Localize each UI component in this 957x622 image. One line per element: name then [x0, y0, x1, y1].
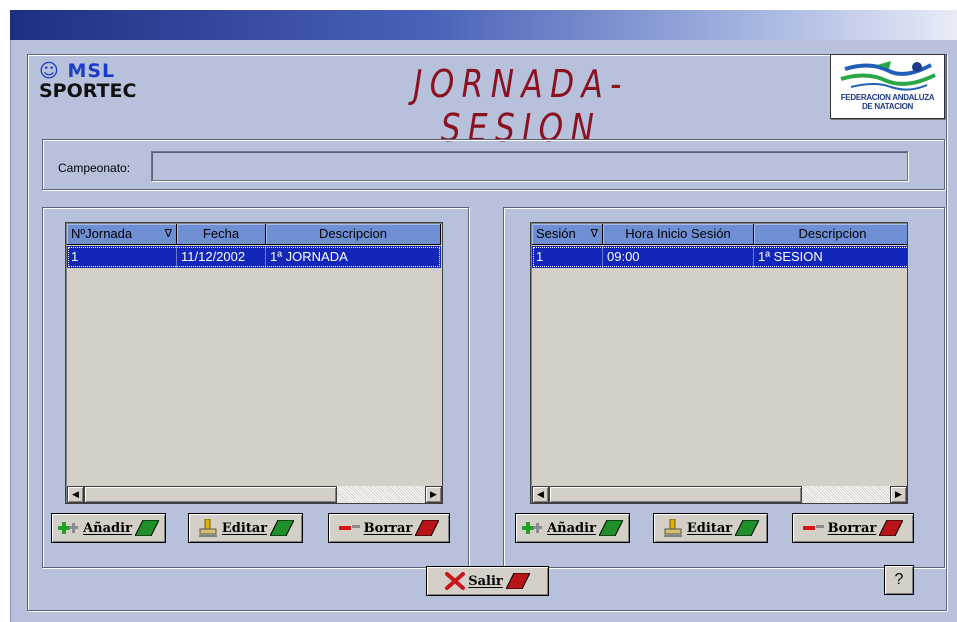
button-label: Borrar — [827, 520, 877, 536]
cell-sesion: 1 — [532, 246, 603, 268]
sportec-logo-text: SPORTEC — [39, 80, 137, 102]
federation-name-line1: FEDERACION ANDALUZA — [840, 93, 935, 102]
table-row[interactable]: 1 11/12/2002 1ª JORNADA — [67, 246, 441, 268]
remove-icon — [338, 525, 360, 530]
sesiones-horizontal-scrollbar[interactable]: ◀ ▶ — [532, 486, 907, 503]
column-header-fecha[interactable]: Fecha — [177, 224, 266, 245]
sesion-delete-button[interactable]: Borrar — [792, 513, 914, 543]
sesiones-grid-header: Sesión ∇ Hora Inicio Sesión Descripcion — [532, 224, 907, 245]
scroll-thumb[interactable] — [549, 486, 802, 503]
scroll-right-icon[interactable]: ▶ — [425, 486, 442, 503]
sesion-edit-button[interactable]: Editar — [653, 513, 768, 543]
sesion-add-button[interactable]: Añadir — [515, 513, 630, 543]
page-title: JORNADA-SESION — [413, 62, 629, 150]
button-label: Editar — [686, 520, 733, 536]
help-button[interactable]: ? — [884, 565, 914, 595]
column-label: Hora Inicio Sesión — [625, 226, 731, 241]
add-icon — [522, 522, 543, 534]
green-slash-icon — [134, 520, 159, 536]
jornada-edit-button[interactable]: Editar — [188, 513, 303, 543]
scroll-thumb[interactable] — [84, 486, 337, 503]
scroll-left-icon[interactable]: ◀ — [532, 486, 549, 503]
green-slash-icon — [270, 520, 295, 536]
button-label: Salir — [468, 573, 503, 589]
column-label: Descripcion — [798, 226, 867, 241]
column-header-descripcion[interactable]: Descripcion — [754, 224, 907, 245]
red-slash-icon — [879, 520, 904, 536]
jornada-delete-button[interactable]: Borrar — [328, 513, 450, 543]
green-slash-icon — [735, 520, 760, 536]
button-label: Editar — [221, 520, 268, 536]
edit-pencil-icon — [663, 519, 682, 537]
column-label: Fecha — [202, 226, 240, 241]
cell-jornada: 1 — [67, 246, 177, 268]
msl-logo-text: MSL — [67, 60, 116, 82]
jornadas-grid-header: NºJornada ∇ Fecha Descripcion — [67, 224, 441, 245]
scroll-right-icon[interactable]: ▶ — [890, 486, 907, 503]
close-x-icon — [445, 572, 466, 590]
campeonato-label: Campeonato: — [58, 161, 131, 175]
exit-button[interactable]: Salir — [426, 566, 549, 596]
msl-sportec-logo: ☺ MSL SPORTEC — [39, 60, 136, 102]
cell-descripcion: 1ª JORNADA — [270, 249, 348, 264]
add-icon — [58, 522, 79, 534]
red-slash-icon — [505, 573, 530, 589]
button-label: Añadir — [83, 520, 132, 536]
sort-down-icon: ∇ — [164, 228, 172, 240]
column-label: Descripcion — [319, 226, 387, 241]
column-header-descripcion[interactable]: Descripcion — [266, 224, 441, 245]
button-label: Añadir — [547, 520, 596, 536]
column-label: NºJornada — [71, 226, 133, 241]
column-label: Sesión — [536, 226, 576, 241]
column-header-sesion[interactable]: Sesión ∇ — [532, 224, 603, 245]
sort-down-icon: ∇ — [590, 228, 598, 240]
green-slash-icon — [598, 520, 623, 536]
title-bar — [10, 10, 957, 40]
edit-pencil-icon — [198, 519, 217, 537]
swimmer-waves-icon — [840, 61, 936, 91]
federation-logo: FEDERACION ANDALUZA DE NATACION — [830, 54, 945, 119]
remove-icon — [802, 525, 824, 530]
cell-hora: 09:00 — [603, 246, 754, 268]
button-label: Borrar — [363, 520, 413, 536]
msl-swimmer-icon: ☺ — [39, 60, 60, 82]
jornada-add-button[interactable]: Añadir — [51, 513, 166, 543]
federation-name-line2: DE NATACION — [861, 102, 914, 111]
scroll-left-icon[interactable]: ◀ — [67, 486, 84, 503]
cell-fecha: 11/12/2002 — [177, 246, 266, 268]
column-header-hora-inicio[interactable]: Hora Inicio Sesión — [603, 224, 754, 245]
red-slash-icon — [415, 520, 440, 536]
table-row[interactable]: 1 09:00 1ª SESION — [532, 246, 907, 268]
sesiones-grid[interactable]: Sesión ∇ Hora Inicio Sesión Descripcion … — [530, 222, 908, 504]
form-window: ☺ MSL SPORTEC JORNADA-SESION FEDERACION … — [10, 40, 957, 622]
jornadas-grid[interactable]: NºJornada ∇ Fecha Descripcion 1 11/12/20… — [65, 222, 443, 504]
campeonato-field[interactable] — [151, 151, 908, 181]
column-header-jornada[interactable]: NºJornada ∇ — [67, 224, 177, 245]
cell-descripcion: 1ª SESION — [758, 249, 823, 264]
jornadas-horizontal-scrollbar[interactable]: ◀ ▶ — [67, 486, 442, 503]
